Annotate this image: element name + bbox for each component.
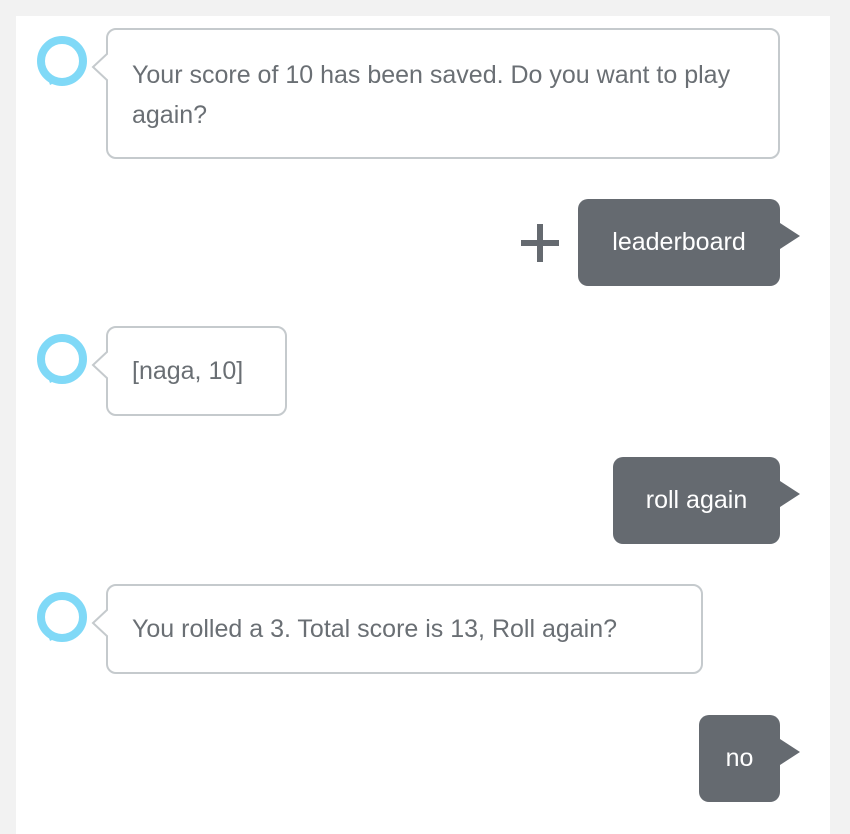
alexa-message-bubble: [naga, 10] [91, 326, 287, 416]
add-button[interactable] [521, 224, 559, 262]
user-message-text: no [725, 744, 754, 772]
bubble-tail [780, 223, 800, 249]
user-message-text: roll again [645, 486, 748, 514]
bubble-tail [91, 52, 108, 82]
alexa-message-bubble: Your score of 10 has been saved. Do you … [91, 28, 780, 159]
user-message-text: leaderboard [612, 228, 746, 256]
alexa-ring-icon [36, 591, 88, 643]
bubble-tail [91, 350, 108, 380]
alexa-message-text: You rolled a 3. Total score is 13, Roll … [132, 615, 618, 643]
alexa-message-bubble: You rolled a 3. Total score is 13, Roll … [91, 584, 703, 674]
bubble-tail [780, 481, 800, 507]
bubble-tail [91, 608, 108, 638]
alexa-ring-icon [36, 35, 88, 87]
plus-icon [521, 224, 559, 262]
alexa-message-text: Your score of 10 has been saved. Do you … [132, 61, 731, 129]
alexa-message-text: [naga, 10] [132, 357, 244, 385]
user-message-bubble: no [699, 715, 800, 802]
bubble-tail [780, 739, 800, 765]
user-message-bubble: roll again [613, 457, 800, 544]
alexa-ring-icon [36, 333, 88, 385]
user-message-bubble: leaderboard [578, 199, 800, 286]
